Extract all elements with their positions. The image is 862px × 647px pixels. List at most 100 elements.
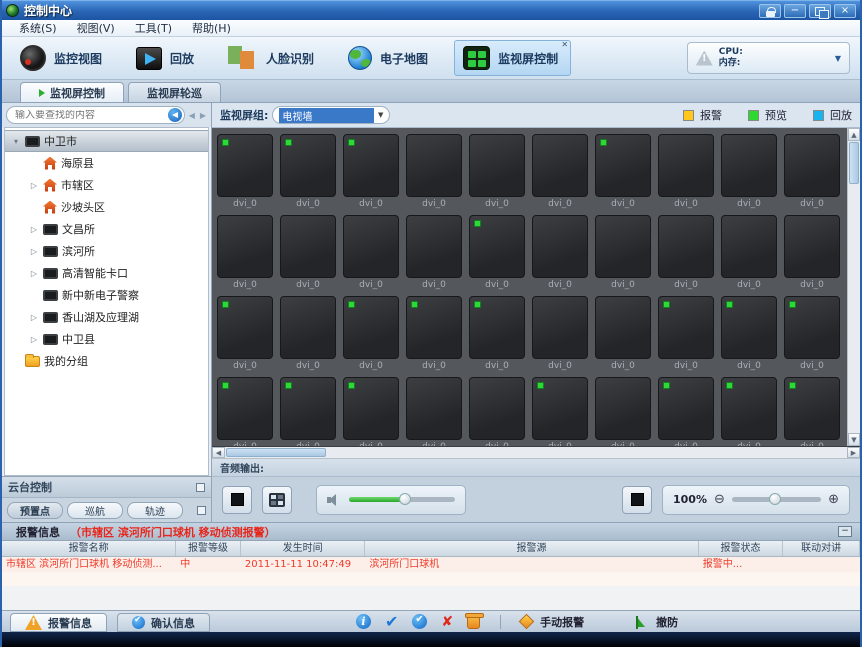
ptz-collapse-button[interactable]	[196, 482, 205, 492]
monitor-tile[interactable]	[784, 296, 840, 359]
scroll-right-icon[interactable]: ▶	[847, 447, 860, 458]
speaker-icon[interactable]	[327, 493, 341, 507]
monitor-tile[interactable]	[532, 296, 588, 359]
tree-item-3[interactable]: 沙坡头区	[5, 196, 208, 218]
alarm-collapse-button[interactable]: −	[838, 526, 852, 537]
ptz-tab-1[interactable]: 巡航	[67, 501, 123, 519]
monitor-cell[interactable]: dvi_0	[403, 211, 466, 292]
monitor-cell[interactable]: dvi_0	[214, 130, 277, 211]
monitor-cell[interactable]: dvi_0	[340, 292, 403, 373]
search-go-icon[interactable]	[167, 108, 182, 122]
monitor-tile[interactable]	[343, 134, 399, 197]
trash-icon[interactable]	[465, 612, 485, 629]
monitor-tile[interactable]	[658, 215, 714, 278]
tree-item-7[interactable]: 新中新电子警察	[5, 284, 208, 306]
monitor-cell[interactable]: dvi_0	[529, 373, 592, 446]
toolbar-button-4[interactable]: 监视屏控制 ✕	[454, 40, 572, 76]
monitor-cell[interactable]: dvi_0	[340, 130, 403, 211]
monitor-tile[interactable]	[343, 377, 399, 440]
layout-button[interactable]	[262, 485, 292, 514]
monitor-group-select[interactable]: 电视墙 ▼	[272, 106, 391, 124]
monitor-tile[interactable]	[406, 134, 462, 197]
toolbar-button-2[interactable]: 人脸识别	[220, 41, 326, 75]
expander-collapsed-icon[interactable]: ▷	[29, 181, 39, 190]
monitor-tile[interactable]	[406, 377, 462, 440]
ptz-tab-2[interactable]: 轨迹	[127, 501, 183, 519]
search-next-icon[interactable]: ▶	[199, 111, 207, 120]
monitor-cell[interactable]: dvi_0	[277, 292, 340, 373]
volume-slider[interactable]	[349, 493, 455, 505]
monitor-cell[interactable]: dvi_0	[781, 292, 844, 373]
monitor-cell[interactable]: dvi_0	[781, 211, 844, 292]
monitor-cell[interactable]: dvi_0	[529, 211, 592, 292]
monitor-cell[interactable]: dvi_0	[655, 211, 718, 292]
restore-button[interactable]	[809, 3, 831, 19]
monitor-cell[interactable]: dvi_0	[403, 292, 466, 373]
monitor-cell[interactable]: dvi_0	[466, 211, 529, 292]
monitor-cell[interactable]: dvi_0	[277, 373, 340, 446]
monitor-cell[interactable]: dvi_0	[403, 373, 466, 446]
scroll-down-icon[interactable]: ▼	[848, 433, 860, 446]
toolbar-button-3[interactable]: 电子地图	[340, 41, 440, 75]
menu-item-0[interactable]: 系统(S)	[10, 19, 66, 37]
monitor-tile[interactable]	[595, 296, 651, 359]
tab-0[interactable]: 监视屏控制	[20, 82, 124, 102]
close-button[interactable]: ×	[834, 3, 856, 18]
monitor-cell[interactable]: dvi_0	[781, 373, 844, 446]
monitor-tile[interactable]	[469, 134, 525, 197]
expander-collapsed-icon[interactable]: ▷	[29, 313, 39, 322]
manual-alarm-button[interactable]: 手动报警	[518, 613, 584, 630]
monitor-tile[interactable]	[217, 377, 273, 440]
menu-item-3[interactable]: 帮助(H)	[183, 19, 240, 37]
alarm-col-header-2[interactable]: 发生时间	[241, 541, 366, 556]
lock-button[interactable]	[759, 3, 781, 18]
ptz-tab-0[interactable]: 预置点	[7, 501, 63, 519]
monitor-cell[interactable]: dvi_0	[592, 292, 655, 373]
tree-item-9[interactable]: ▷ 中卫县	[5, 328, 208, 350]
vertical-scrollbar[interactable]: ▲ ▼	[847, 128, 860, 446]
toolbar-button-1[interactable]: 回放	[128, 42, 206, 75]
horizontal-scroll-thumb[interactable]	[226, 448, 326, 457]
zoom-slider[interactable]	[731, 493, 822, 505]
expander-expanded-icon[interactable]: ▾	[11, 137, 21, 146]
monitor-tile[interactable]	[784, 215, 840, 278]
tree-item-1[interactable]: 海原县	[5, 152, 208, 174]
monitor-cell[interactable]: dvi_0	[529, 130, 592, 211]
monitor-cell[interactable]: dvi_0	[592, 211, 655, 292]
monitor-tile[interactable]	[280, 377, 336, 440]
fullscreen-button[interactable]	[622, 485, 652, 514]
monitor-tile[interactable]	[469, 377, 525, 440]
monitor-tile[interactable]	[658, 296, 714, 359]
monitor-tile[interactable]	[280, 215, 336, 278]
monitor-tile[interactable]	[784, 134, 840, 197]
monitor-cell[interactable]: dvi_0	[655, 130, 718, 211]
alarm-col-header-1[interactable]: 报警等级	[176, 541, 241, 556]
expander-collapsed-icon[interactable]: ▷	[29, 225, 39, 234]
alarm-tab-0[interactable]: 报警信息	[10, 613, 107, 632]
tree-item-0[interactable]: ▾ 中卫市	[5, 130, 208, 152]
info-icon[interactable]	[356, 614, 371, 629]
tree-item-4[interactable]: ▷ 文昌所	[5, 218, 208, 240]
tree-item-2[interactable]: ▷ 市辖区	[5, 174, 208, 196]
alarm-col-header-5[interactable]: 联动对讲	[783, 541, 860, 556]
monitor-tile[interactable]	[595, 134, 651, 197]
zoom-in-icon[interactable]: ⊕	[828, 492, 839, 507]
monitor-cell[interactable]: dvi_0	[340, 211, 403, 292]
monitor-tile[interactable]	[721, 296, 777, 359]
toolbar-button-0[interactable]: 监控视图	[12, 40, 114, 76]
stop-button[interactable]	[222, 485, 252, 514]
zoom-thumb[interactable]	[769, 493, 782, 505]
zoom-out-icon[interactable]: ⊖	[714, 492, 725, 507]
horizontal-scrollbar[interactable]: ◀ ▶	[212, 447, 860, 459]
expander-collapsed-icon[interactable]: ▷	[29, 247, 39, 256]
monitor-tile[interactable]	[658, 377, 714, 440]
tree-item-10[interactable]: 我的分组	[5, 350, 208, 372]
alarm-col-header-0[interactable]: 报警名称	[2, 541, 177, 556]
delete-icon[interactable]: ✘	[441, 614, 453, 630]
tree-item-6[interactable]: ▷ 高清智能卡口	[5, 262, 208, 284]
monitor-cell[interactable]: dvi_0	[718, 373, 781, 446]
scroll-left-icon[interactable]: ◀	[212, 447, 225, 458]
monitor-tile[interactable]	[532, 134, 588, 197]
monitor-tile[interactable]	[343, 296, 399, 359]
scroll-up-icon[interactable]: ▲	[848, 128, 860, 141]
